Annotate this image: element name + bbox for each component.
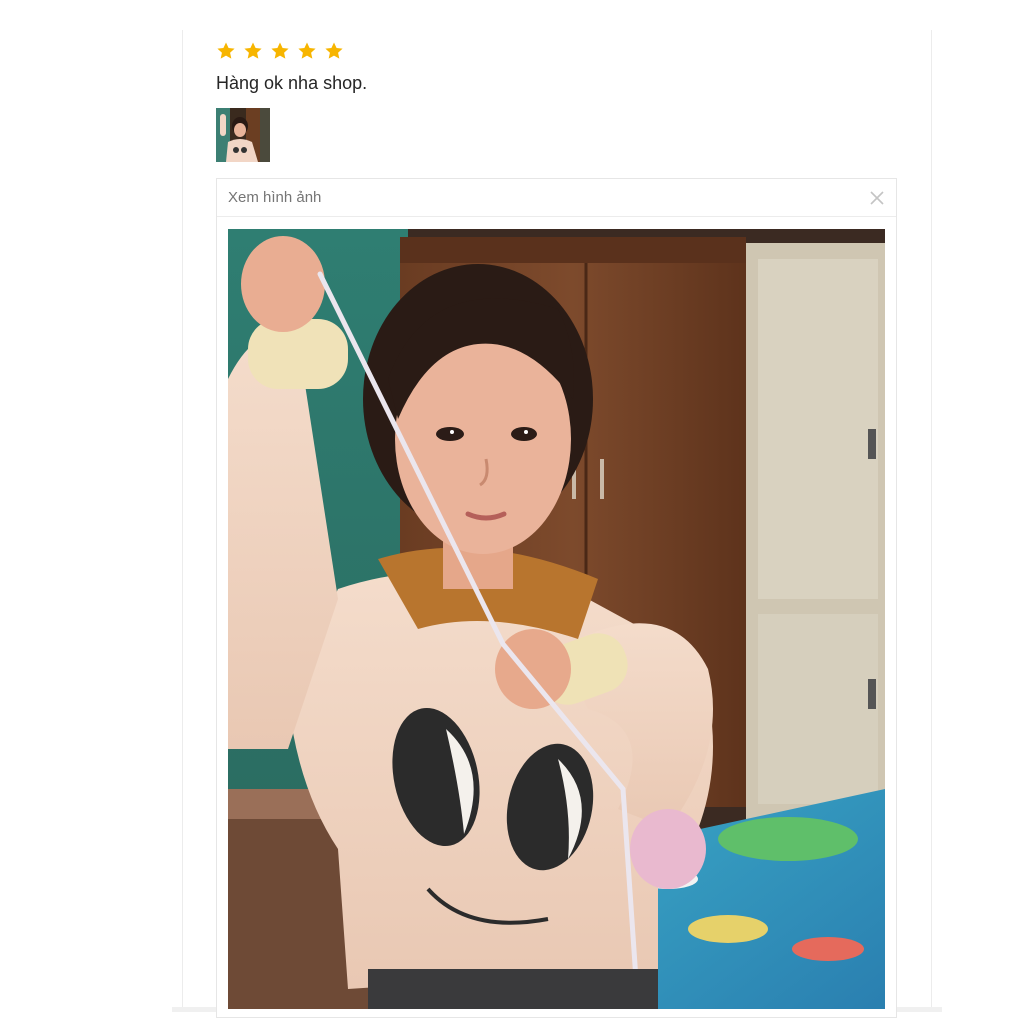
star-icon (271, 42, 289, 59)
thumbnail-image (216, 108, 270, 162)
rating-stars (216, 41, 344, 61)
star-icon (217, 42, 235, 59)
review-comment: Hàng ok nha shop. (216, 73, 368, 93)
photo-thumbnail[interactable] (216, 108, 270, 162)
star-icon (298, 42, 316, 59)
star-icon (244, 42, 262, 59)
viewer-header: Xem hình ảnh (217, 179, 896, 217)
close-icon[interactable] (868, 189, 886, 207)
review-photo (228, 229, 885, 1009)
photo-illustration (228, 229, 885, 1009)
viewer-title: Xem hình ảnh (228, 189, 322, 206)
star-icon (325, 42, 343, 59)
